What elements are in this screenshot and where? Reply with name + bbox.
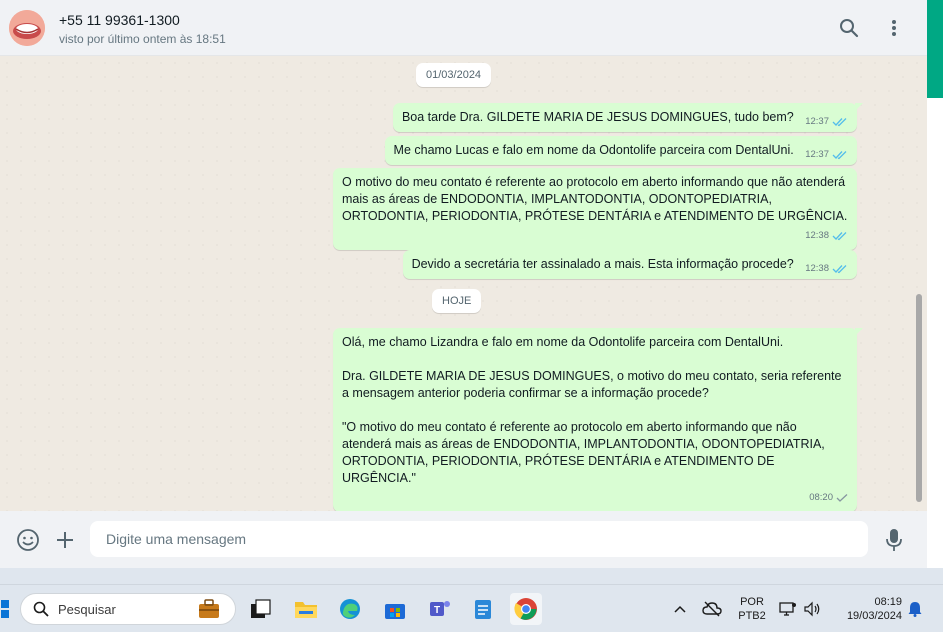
message-list[interactable]: 01/03/2024 Boa tarde Dra. GILDETE MARIA … — [0, 56, 927, 512]
message-text: Me chamo Lucas e falo em nome da Odontol… — [393, 143, 794, 157]
message-bubble-outgoing[interactable]: Me chamo Lucas e falo em nome da Odontol… — [384, 136, 857, 165]
message-text: O motivo do meu contato é referente ao p… — [342, 175, 848, 223]
notepad-icon[interactable] — [467, 593, 499, 625]
message-meta: 12:37 — [805, 146, 848, 163]
windows-taskbar: Pesquisar T POR PTB2 08:19 19/03/2024 — [0, 584, 943, 632]
double-check-read-icon — [832, 150, 847, 159]
menu-dots-icon[interactable] — [882, 16, 906, 40]
contact-last-seen: visto por último ontem às 18:51 — [59, 32, 226, 46]
microphone-icon[interactable] — [881, 527, 907, 553]
chat-header[interactable]: +55 11 99361-1300 visto por último ontem… — [0, 0, 927, 56]
search-icon[interactable] — [837, 16, 861, 40]
clock-time: 08:19 — [874, 596, 902, 608]
briefcase-icon — [197, 599, 221, 622]
taskbar-search[interactable]: Pesquisar — [20, 593, 236, 625]
message-time: 12:37 — [805, 149, 829, 160]
date-separator: 01/03/2024 — [416, 63, 492, 87]
message-time: 12:38 — [805, 263, 829, 274]
file-explorer-icon[interactable] — [290, 593, 322, 625]
task-view-icon[interactable] — [245, 593, 277, 625]
message-bubble-outgoing[interactable]: Devido a secretária ter assinalado a mai… — [402, 250, 857, 279]
date-separator: HOJE — [432, 289, 482, 313]
start-icon[interactable] — [0, 593, 16, 625]
store-icon[interactable] — [379, 593, 411, 625]
message-time: 12:38 — [805, 230, 829, 241]
svg-text:T: T — [434, 605, 440, 616]
emoji-icon[interactable] — [15, 527, 41, 553]
clock-date: 19/03/2024 — [846, 610, 902, 622]
message-meta: 12:38 — [805, 260, 848, 277]
double-check-read-icon — [832, 231, 847, 240]
volume-icon[interactable] — [800, 593, 824, 625]
plus-icon[interactable] — [52, 527, 78, 553]
language-indicator[interactable]: POR PTB2 — [736, 595, 768, 623]
chat-scrollbar[interactable] — [916, 294, 922, 502]
message-time: 12:37 — [805, 116, 829, 127]
message-text: Olá, me chamo Lizandra e falo em nome da… — [342, 335, 842, 485]
chrome-icon[interactable] — [510, 593, 542, 625]
message-meta: 12:37 — [805, 113, 848, 130]
clock[interactable]: 08:19 19/03/2024 — [834, 595, 902, 623]
chevron-up-icon[interactable] — [666, 593, 694, 625]
search-icon — [33, 601, 49, 617]
message-time: 08:20 — [809, 492, 833, 503]
teams-icon[interactable]: T — [424, 593, 456, 625]
message-bubble-outgoing[interactable]: Olá, me chamo Lizandra e falo em nome da… — [333, 328, 863, 512]
message-input[interactable] — [90, 521, 868, 557]
edge-icon[interactable] — [334, 593, 366, 625]
composer-bar — [0, 511, 927, 568]
double-check-read-icon — [832, 264, 847, 273]
message-meta: 12:38 — [342, 227, 848, 244]
search-label: Pesquisar — [58, 601, 116, 617]
message-text: Devido a secretária ter assinalado a mai… — [411, 257, 794, 271]
message-bubble-outgoing[interactable]: Boa tarde Dra. GILDETE MARIA DE JESUS DO… — [392, 103, 863, 132]
background-window-edge — [927, 0, 943, 568]
message-meta: 08:20 — [342, 489, 848, 506]
message-text: Boa tarde Dra. GILDETE MARIA DE JESUS DO… — [401, 110, 794, 124]
network-icon[interactable] — [776, 593, 800, 625]
contact-name[interactable]: +55 11 99361-1300 — [59, 12, 180, 28]
check-sent-icon — [836, 493, 848, 502]
cloud-offline-icon[interactable] — [698, 593, 726, 625]
double-check-read-icon — [832, 117, 847, 126]
whatsapp-window: +55 11 99361-1300 visto por último ontem… — [0, 0, 927, 568]
contact-avatar[interactable] — [9, 10, 45, 46]
notification-bell-icon[interactable] — [904, 593, 926, 625]
message-bubble-outgoing[interactable]: O motivo do meu contato é referente ao p… — [333, 168, 857, 250]
